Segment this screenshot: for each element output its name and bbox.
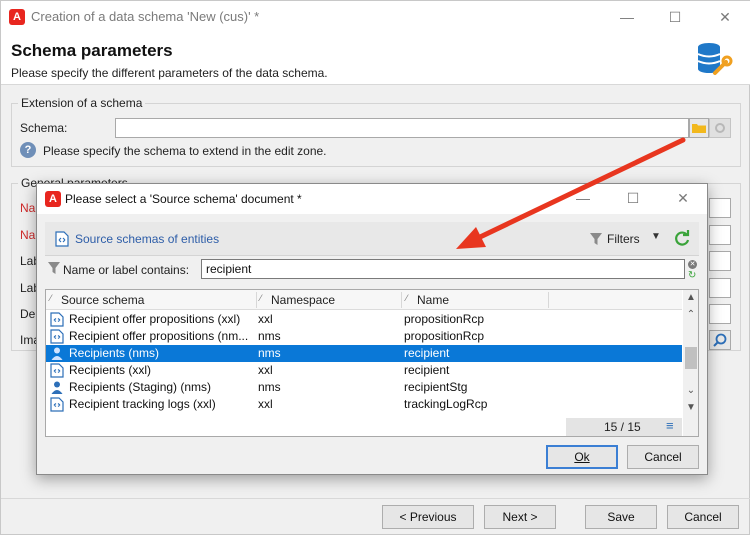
annotation-arrow: [456, 137, 686, 249]
